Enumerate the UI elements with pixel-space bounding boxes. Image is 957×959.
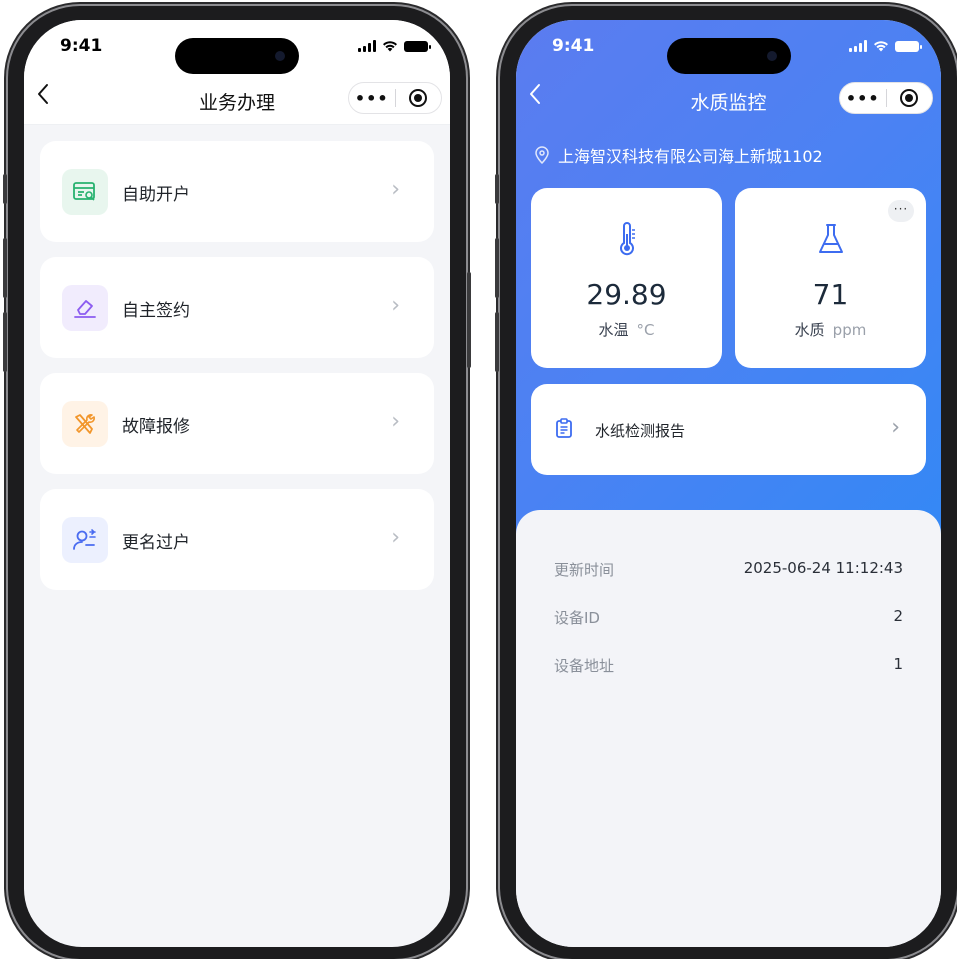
sign-eraser-icon <box>62 285 108 331</box>
screen-business: 9:41 业务办理 ••• 自助开户 › 自主签约 › 故障报修 › 更名过户 … <box>24 20 450 947</box>
device-info-panel: 更新时间 2025-06-24 11:12:43 设备ID 2 设备地址 1 <box>516 510 941 947</box>
report-label: 水纸检测报告 <box>595 422 686 440</box>
info-row-update-time: 更新时间 2025-06-24 11:12:43 <box>554 559 903 583</box>
menu-item-self-account[interactable]: 自助开户 › <box>40 141 434 242</box>
chevron-right-icon: › <box>891 415 900 440</box>
nav-bar: 业务办理 ••• <box>24 74 450 125</box>
chevron-right-icon: › <box>391 525 400 550</box>
status-time: 9:41 <box>552 36 595 56</box>
location-row[interactable]: 上海智汉科技有限公司海上新城1102 <box>534 143 823 167</box>
mute-switch <box>495 174 499 204</box>
battery-icon <box>404 40 431 52</box>
volume-up-button <box>495 238 499 298</box>
mute-switch <box>3 174 7 204</box>
dynamic-island <box>175 38 299 74</box>
more-menu-button[interactable]: ••• <box>840 89 886 108</box>
info-key: 更新时间 <box>554 561 615 579</box>
metric-card-quality[interactable]: ··· 71 水质 ppm <box>735 188 926 368</box>
temperature-label: 水温 °C <box>598 321 655 339</box>
volume-down-button <box>3 312 7 372</box>
phone-frame-left: 9:41 业务办理 ••• 自助开户 › 自主签约 › 故障报修 › 更名过户 … <box>3 6 471 959</box>
menu-item-label: 自主签约 <box>122 301 190 321</box>
flask-icon <box>735 222 926 256</box>
info-key: 设备ID <box>554 609 600 627</box>
location-pin-icon <box>535 146 549 164</box>
target-icon <box>409 89 428 107</box>
chevron-right-icon: › <box>391 293 400 318</box>
wifi-icon <box>383 41 397 52</box>
close-program-button[interactable] <box>887 89 933 107</box>
clipboard-icon <box>555 418 573 442</box>
nav-bar: 水质监控 ••• <box>516 74 941 124</box>
volume-up-button <box>3 238 7 298</box>
service-menu: 自助开户 › 自主签约 › 故障报修 › 更名过户 › <box>40 141 434 605</box>
metric-cards: 29.89 水温 °C ··· 71 水质 ppm <box>531 188 926 368</box>
more-options-button[interactable]: ··· <box>888 200 914 222</box>
info-row-device-id: 设备ID 2 <box>554 607 903 631</box>
signal-icon <box>849 40 867 52</box>
quality-value: 71 <box>812 278 849 311</box>
mini-program-capsule: ••• <box>839 82 933 114</box>
user-transfer-icon <box>62 517 108 563</box>
info-key: 设备地址 <box>554 657 615 675</box>
close-program-button[interactable] <box>396 89 442 107</box>
menu-item-self-sign[interactable]: 自主签约 › <box>40 257 434 358</box>
menu-item-label: 自助开户 <box>122 185 190 205</box>
screen-water-monitor: 9:41 水质监控 ••• 上海智汉科技有限公司海上新城1102 29.89 水… <box>516 20 941 947</box>
phone-frame-right: 9:41 水质监控 ••• 上海智汉科技有限公司海上新城1102 29.89 水… <box>495 6 957 959</box>
report-button[interactable]: 水纸检测报告 › <box>531 384 926 475</box>
menu-item-repair[interactable]: 故障报修 › <box>40 373 434 474</box>
signal-icon <box>358 40 376 52</box>
thermometer-icon <box>531 222 722 258</box>
info-value: 1 <box>893 655 903 673</box>
chevron-right-icon: › <box>391 177 400 202</box>
location-text: 上海智汉科技有限公司海上新城1102 <box>558 147 823 166</box>
more-menu-button[interactable]: ••• <box>349 89 395 108</box>
temperature-value: 29.89 <box>586 278 667 311</box>
wrench-icon <box>62 401 108 447</box>
dynamic-island <box>666 38 791 74</box>
battery-icon <box>895 40 922 52</box>
quality-label: 水质 ppm <box>794 321 867 339</box>
wifi-icon <box>874 41 888 52</box>
info-value: 2025-06-24 11:12:43 <box>743 559 903 577</box>
menu-item-label: 更名过户 <box>122 533 190 553</box>
mini-program-capsule: ••• <box>348 82 442 114</box>
menu-item-label: 故障报修 <box>122 417 190 437</box>
info-value: 2 <box>893 607 903 625</box>
info-row-device-address: 设备地址 1 <box>554 655 903 679</box>
menu-item-transfer[interactable]: 更名过户 › <box>40 489 434 590</box>
id-card-icon <box>62 169 108 215</box>
chevron-right-icon: › <box>391 409 400 434</box>
status-time: 9:41 <box>60 36 103 56</box>
metric-card-temperature[interactable]: 29.89 水温 °C <box>531 188 722 368</box>
target-icon <box>900 89 919 107</box>
power-button <box>467 272 471 368</box>
volume-down-button <box>495 312 499 372</box>
